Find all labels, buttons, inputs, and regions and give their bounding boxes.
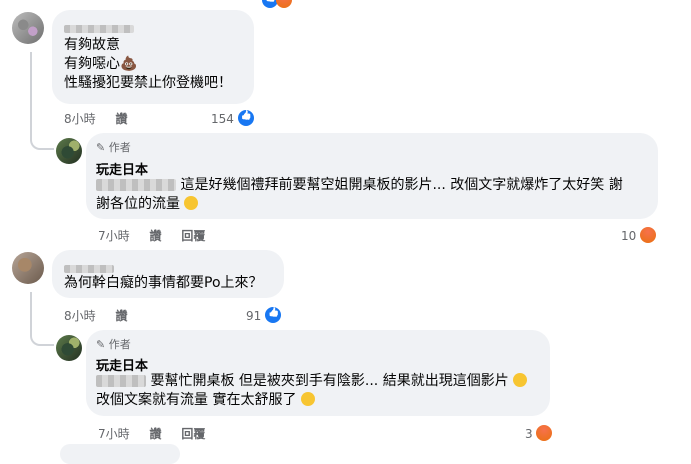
timestamp[interactable]: 7小時 [98, 229, 130, 243]
comment-line: 要幫忙開桌板 但是被夾到手有陰影... 結果就出現這個影片 [96, 372, 546, 391]
reply-button[interactable]: 回覆 [181, 229, 205, 243]
like-button[interactable]: 讚 [115, 112, 127, 126]
reaction-count[interactable]: 154 [211, 110, 254, 126]
pencil-icon: ✎ [96, 338, 106, 351]
top-cutoff-row [90, 0, 292, 8]
angry-reaction-icon [276, 0, 292, 8]
timestamp[interactable]: 8小時 [64, 112, 96, 126]
angry-reaction-icon [640, 227, 657, 243]
pencil-icon: ✎ [96, 141, 106, 154]
comment-line: 有夠噁心💩 [64, 56, 138, 72]
author-badge: ✎ 作者 [96, 141, 131, 154]
sweat-emoji-icon [300, 392, 315, 406]
avatar[interactable] [12, 252, 44, 284]
commenter-name-blurred[interactable] [64, 18, 134, 33]
avatar[interactable] [56, 138, 82, 164]
comment-bubble: ✎ 作者 玩走日本 這是好幾個禮拜前要幫空姐開桌板的影片... 改個文字就爆炸了… [86, 133, 658, 219]
comment-meta: 8小時 讚 [64, 110, 143, 127]
like-button[interactable]: 讚 [149, 427, 161, 441]
comment-line: 這是好幾個禮拜前要幫空姐開桌板的影片... 改個文字就爆炸了太好笑 謝 [96, 176, 656, 195]
comment-line: 改個文案就有流量 實在太舒服了 [96, 391, 546, 410]
comment-text: 為何幹白癡的事情都要Po上來？ [64, 275, 263, 291]
blurred-mention [96, 375, 146, 387]
comment-bubble: ✎ 作者 玩走日本 要幫忙開桌板 但是被夾到手有陰影... 結果就出現這個影片 … [86, 330, 550, 416]
avatar[interactable] [12, 12, 44, 44]
sweat-emoji-icon [184, 196, 199, 210]
reaction-count[interactable]: 3 [525, 425, 553, 441]
avatar[interactable] [56, 335, 82, 361]
comment-meta: 7小時 讚 回覆 [98, 227, 221, 244]
like-button[interactable]: 讚 [149, 229, 161, 243]
comment-bubble: 為何幹白癡的事情都要Po上來？ [52, 250, 284, 298]
reaction-count[interactable]: 91 [246, 307, 282, 323]
timestamp[interactable]: 8小時 [64, 309, 96, 323]
thread-line [30, 52, 54, 150]
smile-emoji-icon [513, 373, 528, 387]
comment-meta: 8小時 讚 [64, 307, 143, 324]
angry-reaction-icon [536, 425, 553, 441]
comment-bubble: 有夠故意 有夠噁心💩 性騷擾犯要禁止你登機吧！ [52, 10, 254, 104]
blurred-mention [96, 179, 176, 191]
thread-line [30, 292, 54, 346]
comment-line: 謝各位的流量 [96, 195, 656, 214]
comment-meta: 7小時 讚 回覆 [98, 425, 221, 442]
reply-button[interactable]: 回覆 [181, 427, 205, 441]
like-button[interactable]: 讚 [115, 309, 127, 323]
next-comment-bubble-partial [60, 444, 180, 464]
reaction-count[interactable]: 10 [621, 227, 657, 243]
author-badge: ✎ 作者 [96, 338, 131, 351]
comment-line: 性騷擾犯要禁止你登機吧！ [64, 75, 232, 91]
comment-line: 有夠故意 [64, 37, 120, 53]
timestamp[interactable]: 7小時 [98, 427, 130, 441]
like-reaction-icon [237, 110, 254, 126]
like-reaction-icon [265, 307, 282, 323]
